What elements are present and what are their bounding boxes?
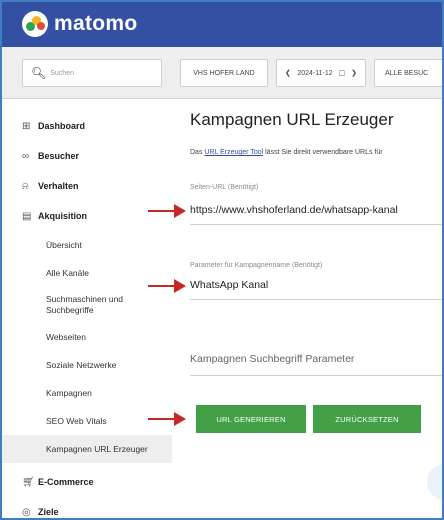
sidebar-item-label: Besucher [38, 151, 80, 161]
app-frame: matomo 🔍︎ Suchen VHS HOFER LAND ❮ 2024-1… [0, 0, 444, 520]
url-field-underline [190, 224, 442, 225]
campaign-field-label: Parameter für Kampagnenname (Benötigt) [190, 262, 323, 269]
sidebar-item-goals[interactable]: ◎ Ziele [2, 497, 172, 518]
arrow-annotation-url [148, 204, 186, 218]
search-input[interactable]: 🔍︎ Suchen [22, 59, 162, 87]
keyword-field[interactable]: Kampagnen Suchbegriff Parameter [190, 353, 354, 365]
next-period-icon[interactable]: ❯ [351, 69, 357, 77]
page-title: Kampagnen URL Erzeuger [190, 110, 394, 129]
top-header: matomo [2, 2, 442, 47]
sidebar-subitem-overview[interactable]: Übersicht [2, 231, 172, 259]
campaign-field-underline [190, 299, 442, 300]
sidebar: ⊞ Dashboard ∞ Besucher ⍾ Verhalten ▤ Akq… [2, 100, 172, 518]
url-field-label: Seiten-URL (Benötigt) [190, 184, 259, 191]
dashboard-icon: ⊞ [22, 120, 31, 132]
visitors-icon: ∞ [22, 150, 30, 162]
sidebar-item-visitors[interactable]: ∞ Besucher [2, 141, 172, 171]
search-placeholder: Suchen [50, 69, 74, 77]
site-selector[interactable]: VHS HOFER LAND [180, 59, 268, 87]
description-suffix: lässt Sie direkt verwendbare URLs für [263, 149, 383, 156]
bell-icon: ⍾ [22, 180, 29, 192]
sidebar-item-label: Verhalten [38, 181, 79, 191]
cart-icon: 🛒︎ [22, 476, 35, 488]
keyword-field-underline [190, 375, 442, 376]
sidebar-item-acquisition[interactable]: ▤ Akquisition [2, 201, 172, 231]
sidebar-item-label: Akquisition [38, 211, 87, 221]
generate-url-button[interactable]: URL GENERIEREN [196, 405, 306, 433]
toolbar: 🔍︎ Suchen VHS HOFER LAND ❮ 2024-11-12 □ … [2, 47, 442, 99]
description-prefix: Das [190, 149, 205, 156]
reset-button[interactable]: ZURÜCKSETZEN [313, 405, 421, 433]
sidebar-item-label: Dashboard [38, 121, 86, 131]
sidebar-subitem-campaign-url-builder[interactable]: Kampagnen URL Erzeuger [2, 435, 172, 463]
campaign-name-field[interactable]: WhatsApp Kanal [190, 279, 268, 291]
url-builder-link[interactable]: URL Erzeuger Tool [204, 149, 263, 156]
date-selector[interactable]: ❮ 2024-11-12 □ ❯ [276, 59, 366, 87]
sidebar-item-ecommerce[interactable]: 🛒︎ E-Commerce [2, 467, 172, 497]
sidebar-subitem-seo-web-vitals[interactable]: SEO Web Vitals [2, 407, 172, 435]
calendar-icon: □ [339, 68, 345, 78]
sidebar-subitem-websites[interactable]: Webseiten [2, 323, 172, 351]
search-icon: 🔍︎ [31, 66, 47, 80]
sidebar-subitem-all-channels[interactable]: Alle Kanäle [2, 259, 172, 287]
sidebar-subitem-search-engines[interactable]: Suchmaschinen und Suchbegriffe [2, 287, 172, 323]
matomo-logo[interactable]: matomo [22, 11, 137, 37]
sidebar-item-behaviour[interactable]: ⍾ Verhalten [2, 171, 172, 201]
sidebar-item-dashboard[interactable]: ⊞ Dashboard [2, 111, 172, 141]
main-content: Kampagnen URL Erzeuger Das URL Erzeuger … [178, 100, 442, 518]
page-description: Das URL Erzeuger Tool lässt Sie direkt v… [190, 149, 383, 156]
goals-icon: ◎ [22, 506, 31, 518]
logo-text: matomo [54, 12, 138, 35]
sidebar-item-label: E-Commerce [38, 477, 94, 487]
sidebar-subitem-campaigns[interactable]: Kampagnen [2, 379, 172, 407]
url-field[interactable]: https://www.vhshoferland.de/whatsapp-kan… [190, 204, 398, 216]
sidebar-subitem-social-networks[interactable]: Soziale Netzwerke [2, 351, 172, 379]
sidebar-item-label: Ziele [38, 507, 59, 517]
previous-period-icon[interactable]: ❮ [285, 69, 291, 77]
acquisition-submenu: Übersicht Alle Kanäle Suchmaschinen und … [2, 231, 172, 463]
acquisition-icon: ▤ [22, 210, 32, 222]
matomo-logo-icon [22, 11, 48, 37]
segment-selector[interactable]: ALLE BESUC [374, 59, 442, 87]
arrow-annotation-generate [148, 412, 186, 426]
date-label: 2024-11-12 [297, 69, 333, 77]
arrow-annotation-campaign [148, 279, 186, 293]
